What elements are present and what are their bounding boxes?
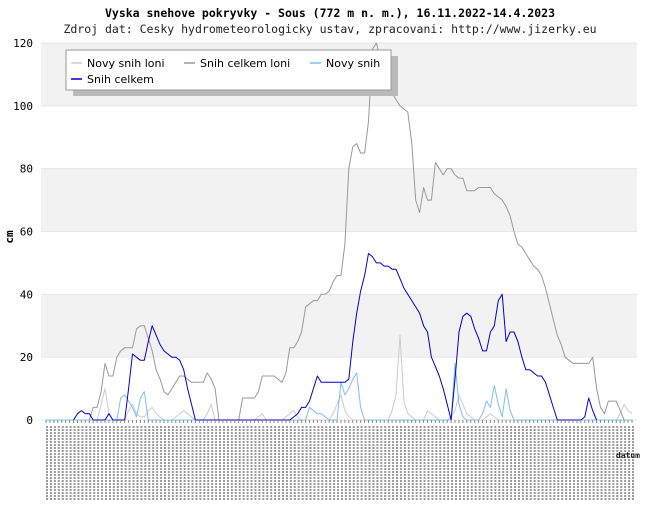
- legend-label: Novy snih: [326, 57, 380, 70]
- y-tick-label: 60: [20, 226, 33, 239]
- y-tick-label: 40: [20, 288, 33, 301]
- y-tick-label: 20: [20, 351, 33, 364]
- x-axis-label: datum: [616, 451, 640, 460]
- y-axis-label: cm: [3, 230, 16, 244]
- y-tick-label: 0: [26, 414, 33, 427]
- legend-label: Snih celkem loni: [200, 57, 290, 70]
- chart-svg: Vyska snehove pokryvky - Sous (772 m n. …: [3, 6, 640, 502]
- y-tick-label: 80: [20, 163, 33, 176]
- grid-band: [41, 168, 637, 232]
- legend-label: Novy snih loni: [87, 57, 165, 70]
- y-tick-label: 120: [13, 37, 33, 50]
- legend-label: Snih celkem: [87, 73, 154, 86]
- y-tick-label: 100: [13, 100, 33, 113]
- snow-depth-chart: Vyska snehove pokryvky - Sous (772 m n. …: [0, 0, 660, 502]
- chart-subtitle: Zdroj dat: Cesky hydrometeorologicky ust…: [63, 22, 596, 36]
- chart-title: Vyska snehove pokryvky - Sous (772 m n. …: [105, 6, 555, 20]
- legend: Novy snih loni Snih celkem loni Novy snih S…: [65, 49, 398, 96]
- y-axis-ticks: 0 20 40 60 80 100 120: [13, 37, 33, 427]
- x-axis-ticks: [45, 420, 634, 502]
